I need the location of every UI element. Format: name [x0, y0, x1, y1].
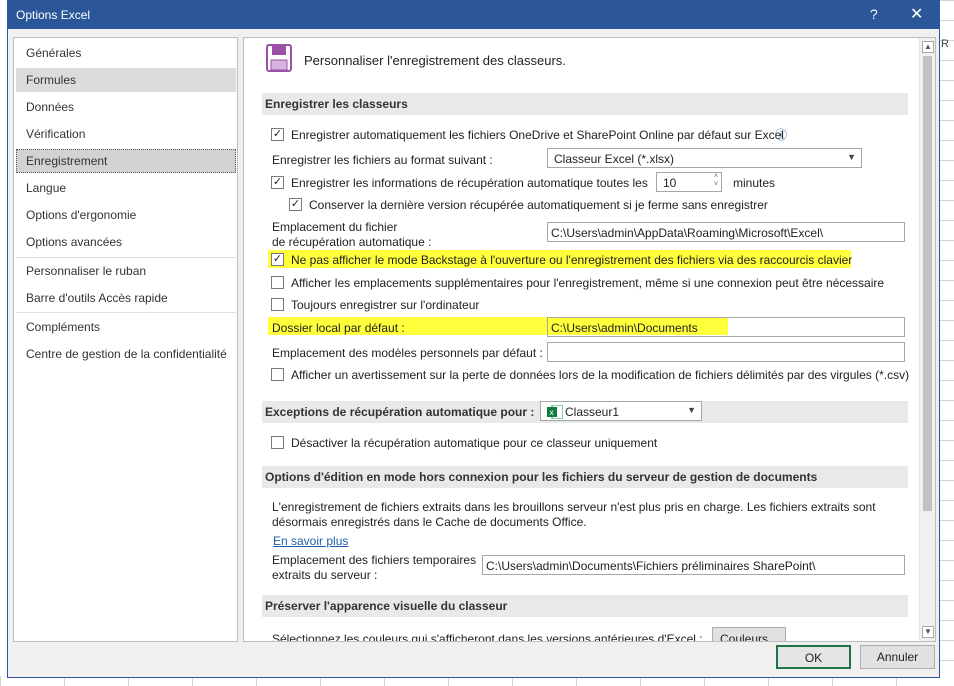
autorecover-minutes-value: 10 — [663, 176, 677, 190]
sidebar-item-donnees[interactable]: Données — [16, 95, 236, 119]
autosave-onedrive-checkbox[interactable]: ✓ — [271, 128, 284, 141]
colors-button[interactable]: Couleurs... — [712, 627, 786, 641]
content-panel: Personnaliser l'enregistrement des class… — [243, 37, 936, 642]
minutes-label: minutes — [733, 176, 776, 190]
excel-workbook-icon: x — [547, 405, 563, 419]
sidebar-separator — [16, 257, 236, 258]
scroll-down-icon[interactable]: ▼ — [922, 626, 934, 638]
ok-button[interactable]: OK — [776, 645, 851, 669]
autorecover-minutes-spinner[interactable]: 10 ˄ ˅ — [656, 172, 722, 192]
show-additional-places-label: Afficher les emplacements supplémentaire… — [291, 276, 885, 290]
format-label: Enregistrer les fichiers au format suiva… — [272, 153, 493, 167]
disable-autorecover-checkbox[interactable] — [271, 436, 284, 449]
autorecover-location-label: Emplacement du fichier — [272, 220, 398, 234]
cancel-button[interactable]: Annuler — [860, 645, 935, 669]
section-visual: Préserver l'apparence visuelle du classe… — [262, 595, 908, 617]
always-save-computer-checkbox[interactable] — [271, 298, 284, 311]
autorecover-location-label-2: de récupération automatique : — [272, 235, 432, 249]
sidebar-item-confidentialite[interactable]: Centre de gestion de la confidentialité — [16, 342, 236, 366]
sidebar: Générales Formules Données Vérification … — [13, 37, 238, 642]
sidebar-item-acces-rapide[interactable]: Barre d'outils Accès rapide — [16, 286, 236, 310]
exceptions-select[interactable]: x Classeur1 ▼ — [540, 401, 702, 421]
default-local-label: Dossier local par défaut : — [272, 321, 405, 335]
server-drafts-label: Emplacement des fichiers temporaires — [272, 553, 477, 567]
sidebar-item-ruban[interactable]: Personnaliser le ruban — [16, 259, 236, 283]
no-backstage-checkbox[interactable]: ✓ — [271, 253, 284, 266]
floppy-disk-icon — [266, 44, 292, 72]
column-letter: R — [941, 38, 949, 50]
show-additional-places-checkbox[interactable] — [271, 276, 284, 289]
help-button[interactable]: ? — [870, 6, 878, 22]
autosave-onedrive-label: Enregistrer automatiquement les fichiers… — [291, 128, 784, 142]
info-icon[interactable]: ⓘ — [775, 126, 787, 143]
csv-warning-checkbox[interactable] — [271, 368, 284, 381]
close-button[interactable]: ✕ — [910, 4, 923, 24]
keep-last-version-checkbox[interactable]: ✓ — [289, 198, 302, 211]
scroll-up-icon[interactable]: ▲ — [922, 41, 934, 53]
section-enregistrer: Enregistrer les classeurs — [262, 93, 908, 115]
learn-more-link[interactable]: En savoir plus — [273, 534, 348, 548]
templates-input[interactable] — [547, 342, 905, 362]
sidebar-item-langue[interactable]: Langue — [16, 176, 236, 200]
scroll-thumb[interactable] — [923, 56, 932, 511]
sidebar-item-formules[interactable]: Formules — [16, 68, 236, 92]
vertical-scrollbar[interactable]: ▲ ▼ — [919, 38, 935, 641]
disable-autorecover-label: Désactiver la récupération automatique p… — [291, 436, 658, 450]
sidebar-item-enregistrement[interactable]: Enregistrement — [16, 149, 236, 173]
options-dialog: Options Excel ? ✕ Générales Formules Don… — [7, 0, 940, 678]
window-title: Options Excel — [16, 8, 91, 22]
spinner-arrows-icon[interactable]: ˄ ˅ — [714, 173, 718, 189]
sidebar-separator — [16, 312, 236, 313]
autorecover-checkbox[interactable]: ✓ — [271, 176, 284, 189]
offline-text-line-2: désormais enregistrés dans le Cache de d… — [272, 515, 587, 529]
no-backstage-label: Ne pas afficher le mode Backstage à l'ou… — [291, 253, 853, 267]
format-select-value: Classeur Excel (*.xlsx) — [554, 152, 675, 166]
sidebar-item-options-avancees[interactable]: Options avancées — [16, 230, 236, 254]
colors-label: Sélectionnez les couleurs qui s'afficher… — [272, 632, 703, 642]
svg-text:x: x — [549, 408, 554, 417]
sidebar-item-ergonomie[interactable]: Options d'ergonomie — [16, 203, 236, 227]
title-bar: Options Excel ? ✕ — [8, 1, 939, 29]
server-drafts-input[interactable]: C:\Users\admin\Documents\Fichiers prélim… — [482, 555, 905, 575]
default-local-input[interactable]: C:\Users\admin\Documents — [547, 317, 905, 337]
page-title: Personnaliser l'enregistrement des class… — [304, 53, 566, 68]
format-select[interactable]: Classeur Excel (*.xlsx) ▼ — [547, 148, 862, 168]
csv-warning-label: Afficher un avertissement sur la perte d… — [291, 368, 910, 382]
background-sheet-grid — [940, 0, 954, 686]
templates-label: Emplacement des modèles personnels par d… — [272, 346, 543, 360]
chevron-down-icon: ▼ — [687, 405, 696, 415]
sidebar-item-complements[interactable]: Compléments — [16, 315, 236, 339]
sidebar-item-verification[interactable]: Vérification — [16, 122, 236, 146]
chevron-down-icon: ▼ — [847, 152, 856, 162]
keep-last-version-label: Conserver la dernière version récupérée … — [309, 198, 768, 212]
section-offline: Options d'édition en mode hors connexion… — [262, 466, 908, 488]
autorecover-location-input[interactable]: C:\Users\admin\AppData\Roaming\Microsoft… — [547, 222, 905, 242]
exceptions-select-value: Classeur1 — [565, 405, 620, 419]
server-drafts-label-2: extraits du serveur : — [272, 568, 378, 582]
sidebar-item-generales[interactable]: Générales — [16, 41, 236, 65]
offline-text-line-1: L'enregistrement de fichiers extraits da… — [272, 500, 876, 514]
autorecover-label: Enregistrer les informations de récupéra… — [291, 176, 648, 190]
always-save-computer-label: Toujours enregistrer sur l'ordinateur — [291, 298, 480, 312]
